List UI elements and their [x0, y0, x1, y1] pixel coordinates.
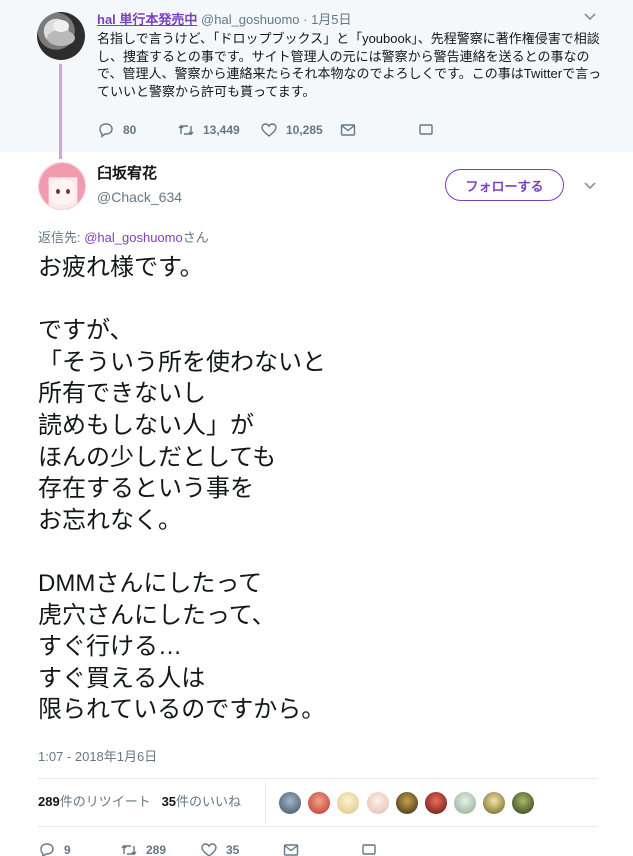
chevron-down-icon[interactable] — [582, 177, 598, 193]
reply-count: 9 — [64, 843, 71, 856]
author-handle[interactable]: @Chack_634 — [97, 188, 182, 206]
likes-count: 35 — [161, 794, 177, 809]
likes-stat[interactable]: 35件のいいね — [162, 794, 241, 809]
message-icon — [283, 844, 299, 856]
parent-author-handle[interactable]: @hal_goshuomo — [201, 12, 299, 27]
divider — [38, 826, 598, 827]
like-icon — [201, 843, 217, 856]
liker-avatar[interactable] — [453, 791, 477, 815]
parent-timestamp[interactable]: · 1月5日 — [303, 12, 351, 27]
like-icon — [261, 123, 277, 137]
parent-header: hal 単行本発売中 @hal_goshuomo · 1月5日 — [97, 11, 352, 28]
reply-prefix: 返信先: — [38, 230, 85, 245]
liker-avatar[interactable] — [424, 791, 448, 815]
reply-icon — [99, 123, 113, 138]
parent-message-button[interactable] — [339, 120, 365, 140]
liker-avatar[interactable] — [307, 791, 331, 815]
follow-button[interactable]: フォローする — [445, 169, 564, 201]
parent-retweet-count: 13,449 — [203, 123, 240, 137]
bookmark-icon — [419, 124, 433, 135]
thread-connector-line — [59, 64, 62, 159]
retweet-icon — [178, 124, 194, 136]
parent-tweet[interactable]: hal 単行本発売中 @hal_goshuomo · 1月5日 名指しで言うけど… — [0, 0, 633, 159]
divider — [38, 778, 598, 779]
author-name[interactable]: 臼坂宥花 — [97, 164, 157, 184]
retweet-icon — [121, 844, 137, 856]
retweets-label: 件のリツイート — [59, 794, 151, 809]
author-avatar[interactable] — [38, 162, 86, 210]
parent-action-bar: 80 13,449 10,285 — [97, 120, 517, 140]
parent-reply-button[interactable]: 80 — [97, 120, 136, 140]
reply-mention-link[interactable]: @hal_goshuomo — [84, 230, 182, 245]
like-count: 35 — [226, 843, 240, 856]
retweet-button[interactable]: 289 — [120, 840, 166, 856]
liker-avatar[interactable] — [395, 791, 419, 815]
reply-button[interactable]: 9 — [38, 840, 71, 856]
retweets-stat[interactable]: 289件のリツイート — [38, 794, 151, 809]
reply-icon — [40, 843, 54, 856]
parent-like-button[interactable]: 10,285 — [260, 120, 323, 140]
bookmark-button[interactable] — [360, 840, 386, 856]
reply-context: 返信先: @hal_goshuomoさん — [38, 229, 209, 247]
likes-label: 件のいいね — [176, 794, 242, 809]
like-button[interactable]: 35 — [200, 840, 239, 856]
liker-avatar[interactable] — [511, 791, 535, 815]
parent-tweet-text: 名指しで言うけど、「ドロップブックス」と「youbook」、先程警察に著作権侵害… — [97, 31, 602, 99]
reply-suffix: さん — [182, 230, 209, 245]
tweet-text: お疲れ様です。 ですが、 「そういう所を使わないと 所有できないし 読めもしない… — [38, 254, 326, 724]
chevron-down-icon[interactable] — [582, 8, 598, 24]
liker-avatar[interactable] — [366, 791, 390, 815]
retweets-count: 289 — [38, 794, 60, 809]
parent-like-count: 10,285 — [286, 123, 323, 137]
parent-author-name[interactable]: hal 単行本発売中 — [97, 12, 197, 27]
message-icon — [340, 124, 356, 136]
tweet-timestamp[interactable]: 1:07 - 2018年1月6日 — [38, 748, 157, 766]
parent-bookmark-button[interactable] — [417, 120, 443, 140]
tweet-stats: 289件のリツイート 35件のいいね — [38, 793, 241, 811]
bookmark-icon — [362, 844, 376, 855]
liker-avatar[interactable] — [482, 791, 506, 815]
liker-avatar[interactable] — [336, 791, 360, 815]
action-bar: 9 289 35 — [38, 840, 438, 856]
parent-retweet-button[interactable]: 13,449 — [177, 120, 240, 140]
liker-avatar[interactable] — [278, 791, 302, 815]
retweet-count: 289 — [146, 843, 167, 856]
parent-avatar[interactable] — [37, 12, 85, 60]
stats-separator — [265, 782, 266, 824]
parent-reply-count: 80 — [123, 123, 137, 137]
message-button[interactable] — [282, 840, 308, 856]
